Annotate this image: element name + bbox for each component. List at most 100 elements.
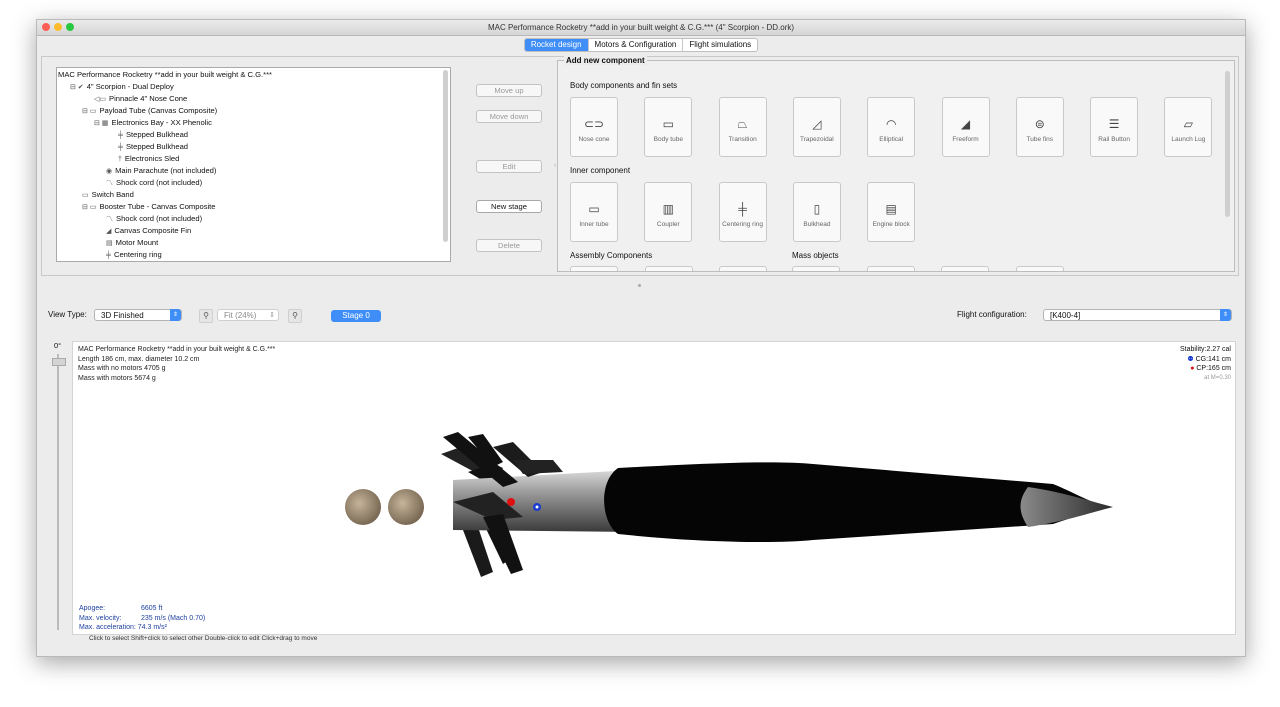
component-label: Engine block	[872, 221, 910, 228]
component-body-tube-button[interactable]: ▭ Body tube	[644, 97, 693, 157]
tree-item-label: 4" Scorpion - Dual Deploy	[86, 82, 174, 91]
component-elliptical-button[interactable]: ◠ Elliptical	[867, 97, 916, 157]
component-coupler-button[interactable]: ▥ Coupler	[644, 182, 693, 242]
mass-object-item[interactable]	[1016, 266, 1064, 271]
freeform-icon: ◢	[960, 117, 971, 131]
tree-item[interactable]: ╪ Stepped Bulkhead	[118, 129, 188, 141]
tree-item[interactable]: ◢ Canvas Composite Fin	[106, 225, 191, 237]
tab-motors-configuration[interactable]: Motors & Configuration	[589, 39, 684, 51]
tree-item-label: Canvas Composite Fin	[114, 226, 192, 235]
component-tube-fins-button[interactable]: ⊜ Tube fins	[1015, 97, 1064, 157]
component-engine-block-button[interactable]: ▤ Engine block	[867, 182, 916, 242]
component-label: Inner tube	[579, 221, 609, 228]
view-type-label: View Type:	[48, 310, 87, 319]
component-nose-cone-button[interactable]: ⊂⊃ Nose cone	[570, 97, 618, 157]
tree-scrollbar[interactable]	[443, 70, 448, 242]
tree-item[interactable]: ⊟ ▭ Booster Tube - Canvas Composite	[82, 201, 216, 213]
component-bulkhead-button[interactable]: ▯ Bulkhead	[792, 182, 841, 242]
move-down-button[interactable]: Move down	[476, 110, 542, 123]
select-arrow-icon: ⇕	[170, 309, 181, 321]
edit-button[interactable]: Edit	[476, 160, 542, 173]
tree-item[interactable]: ⊟ ✔ 4" Scorpion - Dual Deploy	[70, 81, 174, 93]
mass-objects-heading: Mass objects	[792, 251, 839, 260]
mass-object-item[interactable]	[867, 266, 915, 271]
tree-item[interactable]: ◉ Main Parachute (not included)	[106, 165, 216, 177]
tree-item[interactable]: ◁▭ Pinnacle 4" Nose Cone	[94, 93, 187, 105]
flight-configuration-select[interactable]: [K400-4] ⇕	[1043, 309, 1232, 321]
tree-item[interactable]: ▭ Switch Band	[82, 189, 134, 201]
tree-item[interactable]: 〽 Shock cord (not included)	[106, 177, 202, 189]
select-arrow-icon: ⇕	[1220, 309, 1231, 321]
body-components-heading: Body components and fin sets	[570, 81, 678, 90]
rotation-slider-thumb[interactable]	[52, 358, 66, 366]
add-panel-scrollbar[interactable]	[1225, 71, 1230, 217]
component-rail-button-button[interactable]: ☰ Rail Button	[1090, 97, 1139, 157]
minimize-window-button[interactable]	[54, 23, 62, 31]
rocket-design-panel: MAC Performance Rocketry **add in your b…	[41, 56, 1239, 276]
component-label: Rail Button	[1098, 136, 1130, 143]
inner-tube-icon: ▭	[588, 202, 600, 216]
tree-item[interactable]: ⊟ ▦ Electronics Bay - XX Phenolic	[94, 117, 212, 129]
component-icon: ╪	[106, 252, 111, 259]
tree-item-label: Shock cord (not included)	[116, 214, 203, 223]
split-divider[interactable]	[638, 284, 641, 287]
view-toolbar: View Type: 3D Finished ⇕ ⚲ Fit (24%) ⇕ ⚲…	[37, 306, 1245, 324]
zoom-out-icon[interactable]: ⚲	[199, 309, 213, 323]
main-tabs: Rocket design Motors & Configuration Fligh…	[37, 38, 1245, 52]
stage-0-button[interactable]: Stage 0	[331, 310, 381, 322]
assembly-components-heading: Assembly Components	[570, 251, 653, 260]
mass-object-item[interactable]	[792, 266, 840, 271]
zoom-in-icon[interactable]: ⚲	[288, 309, 302, 323]
tree-item[interactable]: MAC Performance Rocketry **add in your b…	[58, 69, 272, 81]
max-acceleration-label: Max. acceleration:	[79, 624, 136, 631]
zoom-window-button[interactable]	[66, 23, 74, 31]
coupler-icon: ▥	[662, 202, 674, 216]
tab-flight-simulations[interactable]: Flight simulations	[683, 39, 757, 51]
tree-item[interactable]: ⊟ ▭ Payload Tube (Canvas Composite)	[82, 105, 217, 117]
flight-data: Apogee: 6605 ft Max. velocity: 235 m/s (Ma…	[79, 604, 205, 633]
mass-object-item[interactable]	[941, 266, 989, 271]
launch-lug-icon: ⏥	[1183, 117, 1193, 131]
view-type-select[interactable]: 3D Finished ⇕	[94, 309, 182, 321]
tree-item[interactable]: ▤ Motor Mount	[106, 237, 158, 249]
assembly-item[interactable]	[645, 266, 693, 271]
component-launch-lug-button[interactable]: ⏥ Launch Lug	[1164, 97, 1213, 157]
assembly-item[interactable]	[570, 266, 618, 271]
transition-icon: ⏢	[737, 117, 748, 131]
new-stage-button[interactable]: New stage	[476, 200, 542, 213]
component-centering-ring-button[interactable]: ╪ Centering ring	[718, 182, 767, 242]
component-trapezoidal-button[interactable]: ◿ Trapezoidal	[792, 97, 841, 157]
tree-item[interactable]: ╪ Stepped Bulkhead	[118, 141, 188, 153]
close-window-button[interactable]	[42, 23, 50, 31]
rotation-slider-track[interactable]	[57, 354, 59, 630]
tree-item-label: Main Parachute (not included)	[115, 166, 217, 175]
centering-ring-icon: ╪	[738, 202, 747, 216]
max-velocity-value: 235 m/s (Mach 0.70)	[141, 614, 206, 622]
tree-item[interactable]: † Electronics Sled	[118, 153, 179, 165]
component-label: Nose cone	[578, 136, 610, 143]
add-component-panel: Body components and fin sets ⊂⊃ Nose cone…	[557, 60, 1235, 272]
assembly-item[interactable]	[719, 266, 767, 271]
engine-block-icon: ▤	[885, 202, 897, 216]
tab-rocket-design[interactable]: Rocket design	[524, 39, 589, 51]
move-up-button[interactable]: Move up	[476, 84, 542, 97]
max-acceleration-value: 74.3 m/s²	[137, 624, 167, 631]
canvas-hints: Click to select Shift+click to select ot…	[89, 635, 318, 642]
rail-button-icon: ☰	[1108, 117, 1120, 131]
zoom-select[interactable]: Fit (24%) ⇕	[217, 309, 279, 321]
tree-item[interactable]: ╪ Centering ring	[106, 249, 162, 261]
tree-item-label: Stepped Bulkhead	[125, 130, 189, 139]
apogee-value: 6605 ft	[141, 605, 163, 612]
delete-button[interactable]: Delete	[476, 239, 542, 252]
rocket-figure-canvas[interactable]: MAC Performance Rocketry **add in your b…	[72, 341, 1236, 635]
component-inner-tube-button[interactable]: ▭ Inner tube	[570, 182, 618, 242]
rotation-label: 0°	[54, 341, 62, 350]
component-label: Centering ring	[722, 221, 763, 228]
component-freeform-button[interactable]: ◢ Freeform	[941, 97, 990, 157]
component-tree[interactable]: MAC Performance Rocketry **add in your b…	[56, 67, 451, 262]
splitter-handle-icon[interactable]: ‹	[554, 163, 556, 169]
component-label: Trapezoidal	[800, 136, 834, 143]
component-transition-button[interactable]: ⏢ Transition	[718, 97, 767, 157]
rocket-3d-view	[345, 432, 1113, 577]
tree-item[interactable]: 〽 Shock cord (not included)	[106, 213, 202, 225]
